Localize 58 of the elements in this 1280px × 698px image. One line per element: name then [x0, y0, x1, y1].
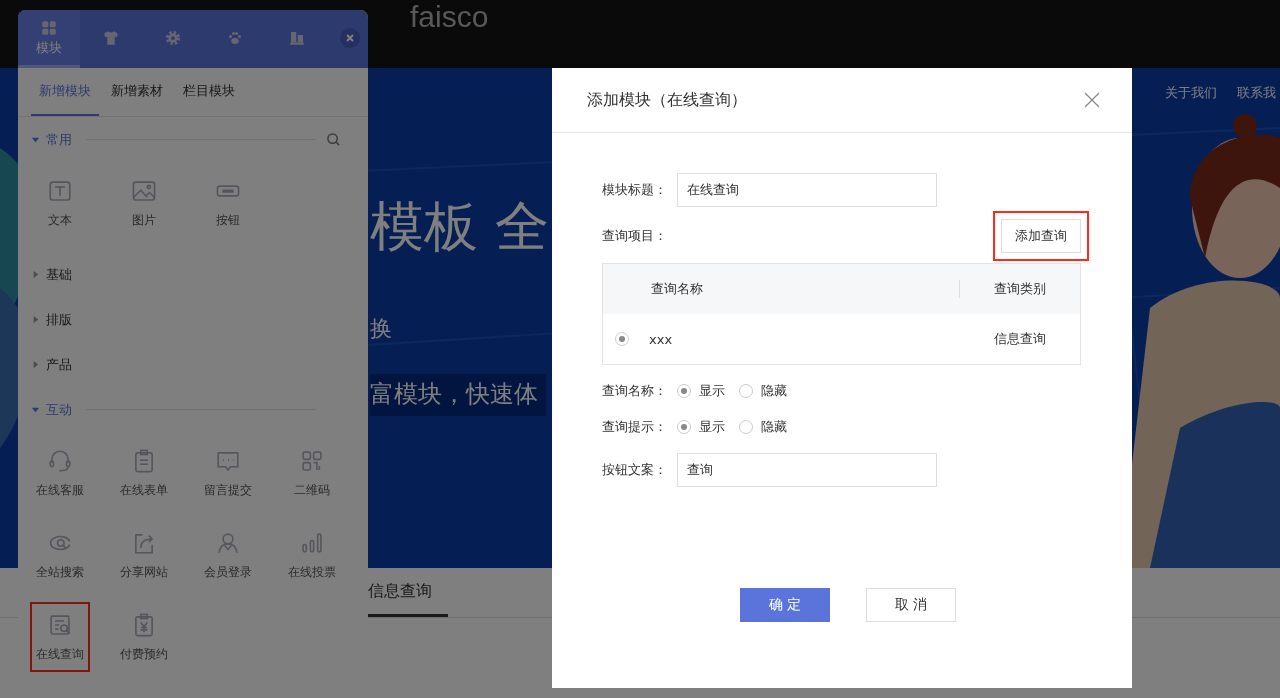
nav-link[interactable]: 联系我	[1237, 84, 1276, 102]
settings-icon	[164, 28, 182, 47]
field-label: 模块标题：	[602, 181, 668, 199]
caret-right-icon[interactable]	[31, 270, 40, 279]
module-item[interactable]: 付费预约	[114, 602, 174, 672]
module-item[interactable]: 在线查询	[30, 602, 90, 672]
module-item[interactable]: 分享网站	[114, 520, 174, 590]
radio-label[interactable]: 显示	[699, 382, 725, 400]
add-query-button[interactable]: 添加查询	[1001, 219, 1081, 253]
sub-tab[interactable]: 栏目模块	[175, 68, 243, 116]
sub-tab[interactable]: 新增模块	[31, 68, 99, 116]
confirm-button[interactable]: 确 定	[740, 588, 830, 622]
caret-down-icon[interactable]	[31, 135, 40, 144]
module-item[interactable]: 留言提交	[198, 438, 258, 508]
field-label: 查询名称：	[602, 382, 668, 400]
button-text-field[interactable]: 查询	[677, 453, 937, 487]
close-button[interactable]	[1084, 92, 1100, 108]
radio-label[interactable]: 显示	[699, 418, 725, 436]
nav-link[interactable]: 关于我们	[1165, 84, 1217, 102]
close-icon	[345, 33, 355, 43]
panel-tab[interactable]: 模块	[18, 10, 80, 68]
cancel-button[interactable]: 取 消	[866, 588, 956, 622]
module-item[interactable]: 会员登录	[198, 520, 258, 590]
table-cell-text: 信息查询	[993, 330, 1047, 348]
sub-tab[interactable]: 新增素材	[103, 68, 171, 116]
close-icon	[1084, 92, 1100, 108]
radio-label[interactable]: 隐藏	[761, 418, 787, 436]
field-label: 按钮文案：	[602, 461, 668, 479]
module-title-field[interactable]: 在线查询	[677, 173, 937, 207]
field-label: 查询项目：	[602, 227, 668, 245]
module-item[interactable]: 在线投票	[282, 520, 342, 590]
close-button[interactable]	[340, 28, 360, 48]
banner-headline: 模板 全	[370, 194, 550, 260]
site-logo: faisco	[410, 0, 489, 34]
module-item[interactable]: 文本	[30, 168, 90, 238]
column-header: 查询类别	[959, 280, 1080, 298]
search-icon[interactable]	[326, 132, 341, 147]
caret-right-icon[interactable]	[31, 360, 40, 369]
dialog-title: 添加模块（在线查询）	[587, 89, 747, 111]
banner-subtitle: 换	[370, 315, 392, 343]
field-label: 查询提示：	[602, 418, 668, 436]
category-title[interactable]: 产品	[46, 355, 72, 374]
module-item[interactable]: 全站搜索	[30, 520, 90, 590]
column-header: 查询名称	[651, 280, 704, 298]
module-item[interactable]: 图片	[114, 168, 174, 238]
caret-right-icon[interactable]	[31, 315, 40, 324]
category-title[interactable]: 常用	[46, 130, 72, 149]
grid-icon	[40, 18, 58, 37]
module-item[interactable]: 二维码	[282, 438, 342, 508]
category-title[interactable]: 排版	[46, 310, 72, 329]
category-title[interactable]: 基础	[46, 265, 72, 284]
module-item[interactable]: 在线客服	[30, 438, 90, 508]
category-title[interactable]: 互动	[46, 400, 72, 419]
radio-label[interactable]: 隐藏	[761, 382, 787, 400]
caret-down-icon[interactable]	[31, 405, 40, 414]
table-cell-text: xxx	[649, 331, 674, 347]
module-item[interactable]: 在线表单	[114, 438, 174, 508]
module-item[interactable]: 按钮	[198, 168, 258, 238]
